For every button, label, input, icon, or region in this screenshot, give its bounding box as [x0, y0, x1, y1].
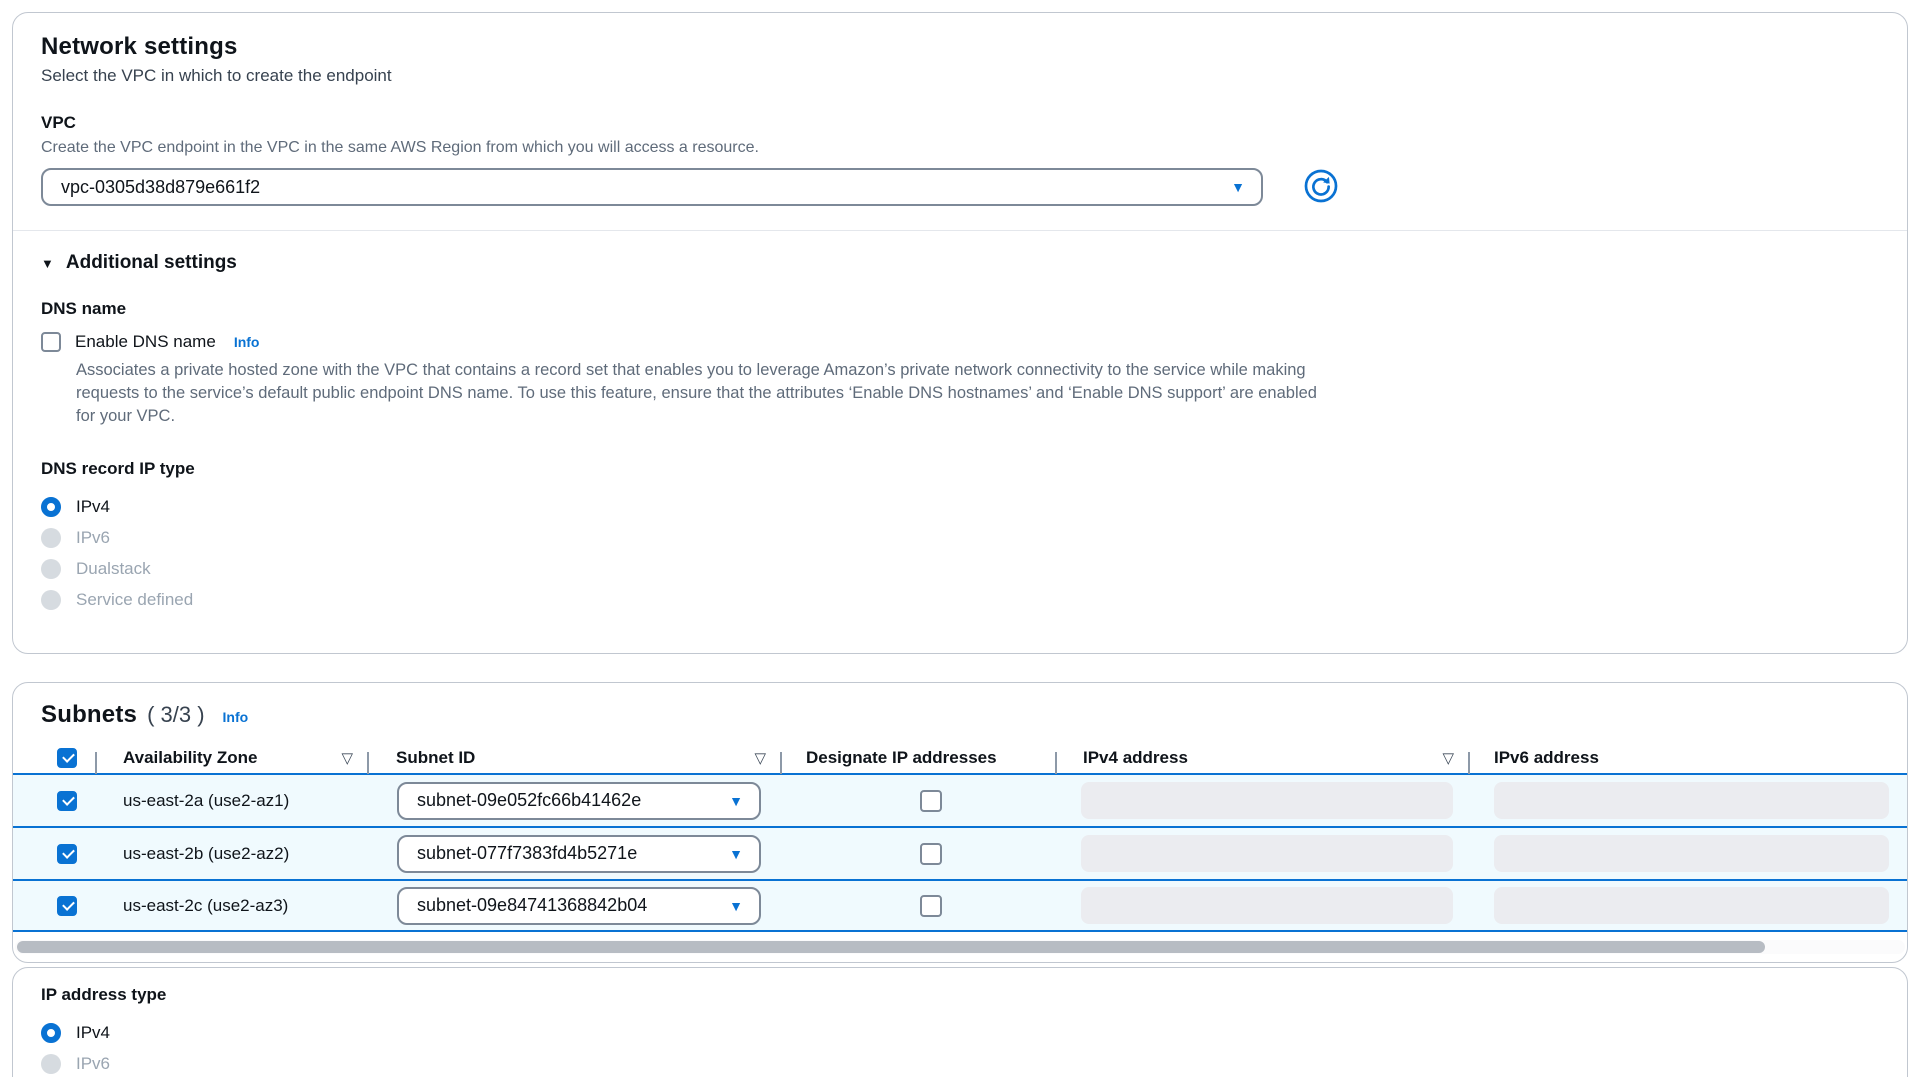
- designate-ip-checkbox[interactable]: [920, 895, 942, 917]
- expander-triangle-icon: ▼: [41, 256, 54, 271]
- radio-dns-ipv6: IPv6: [41, 522, 1879, 553]
- subnet-id-select-value: subnet-077f7383fd4b5271e: [417, 843, 637, 864]
- subnet-id-select[interactable]: subnet-09e052fc66b41462e ▼: [397, 782, 761, 820]
- radio-ip-ipv4[interactable]: IPv4: [41, 1017, 1879, 1048]
- subnets-table-header: Availability Zone ▽ Subnet ID ▽ Designat…: [13, 743, 1907, 773]
- radio-icon: [41, 590, 61, 610]
- column-designate-ip: Designate IP addresses: [806, 748, 997, 768]
- refresh-button[interactable]: [1303, 169, 1339, 205]
- row-select-checkbox[interactable]: [57, 896, 77, 916]
- enable-dns-name-checkbox[interactable]: [41, 332, 61, 352]
- ipv6-address-input-disabled: [1494, 887, 1889, 924]
- ipv4-address-input-disabled: [1081, 887, 1453, 924]
- ip-address-type-card: IP address type IPv4 IPv6 Dualstack: [12, 967, 1908, 1077]
- radio-dns-ipv4[interactable]: IPv4: [41, 491, 1879, 522]
- row-select-checkbox[interactable]: [57, 791, 77, 811]
- ip-address-type-group: IPv4 IPv6 Dualstack: [41, 1017, 1879, 1077]
- network-settings-card: Network settings Select the VPC in which…: [12, 12, 1908, 654]
- vpc-label: VPC: [41, 113, 1879, 133]
- additional-settings-label: Additional settings: [66, 252, 237, 274]
- subnets-title: Subnets: [41, 701, 137, 729]
- availability-zone-value: us-east-2c (use2-az3): [123, 896, 288, 916]
- section-divider: [13, 230, 1907, 231]
- ipv6-address-input-disabled: [1494, 782, 1889, 819]
- sort-icon[interactable]: ▽: [754, 749, 766, 767]
- radio-label: IPv6: [76, 528, 110, 548]
- chevron-down-icon: ▼: [729, 847, 743, 861]
- chevron-down-icon: ▼: [729, 899, 743, 913]
- column-subnet-id[interactable]: Subnet ID: [396, 748, 475, 768]
- row-select-checkbox[interactable]: [57, 844, 77, 864]
- subnets-card: Subnets ( 3/3 ) Info Availability Zone ▽…: [12, 682, 1908, 963]
- ipv4-address-input-disabled: [1081, 782, 1453, 819]
- ipv4-address-input-disabled: [1081, 835, 1453, 872]
- radio-label: Service defined: [76, 590, 193, 610]
- radio-label: IPv6: [76, 1054, 110, 1074]
- column-availability-zone[interactable]: Availability Zone: [123, 748, 257, 768]
- column-ipv4-address[interactable]: IPv4 address: [1083, 748, 1188, 768]
- dns-name-label: DNS name: [41, 299, 1879, 319]
- column-ipv6-address: IPv6 address: [1494, 748, 1599, 768]
- subnet-id-select-value: subnet-09e84741368842b04: [417, 895, 647, 916]
- chevron-down-icon: ▼: [1231, 180, 1245, 194]
- radio-dns-service-defined: Service defined: [41, 584, 1879, 615]
- horizontal-scrollbar-thumb[interactable]: [17, 941, 1765, 953]
- radio-icon: [41, 528, 61, 548]
- dns-name-description: Associates a private hosted zone with th…: [76, 359, 1331, 428]
- horizontal-scrollbar-track[interactable]: [15, 940, 1905, 954]
- designate-ip-checkbox[interactable]: [920, 843, 942, 865]
- dns-name-info-link[interactable]: Info: [234, 334, 260, 350]
- vpc-select[interactable]: vpc-0305d38d879e661f2 ▼: [41, 168, 1263, 206]
- dns-record-ip-type-group: IPv4 IPv6 Dualstack Service defined: [41, 491, 1879, 615]
- vpc-description: Create the VPC endpoint in the VPC in th…: [41, 139, 1879, 157]
- chevron-down-icon: ▼: [729, 794, 743, 808]
- sort-icon[interactable]: ▽: [1442, 749, 1454, 767]
- subnets-count: ( 3/3 ): [147, 702, 204, 728]
- radio-label: Dualstack: [76, 559, 151, 579]
- network-settings-subtitle: Select the VPC in which to create the en…: [41, 66, 1879, 86]
- subnet-row-us-east-2c: us-east-2c (use2-az3) subnet-09e84741368…: [13, 879, 1907, 932]
- availability-zone-value: us-east-2a (use2-az1): [123, 791, 289, 811]
- additional-settings-expander[interactable]: ▼ Additional settings: [41, 252, 1879, 274]
- refresh-icon: [1304, 191, 1338, 206]
- radio-icon: [41, 1023, 61, 1043]
- radio-icon: [41, 1054, 61, 1074]
- radio-label: IPv4: [76, 497, 110, 517]
- subnet-id-select-value: subnet-09e052fc66b41462e: [417, 790, 641, 811]
- enable-dns-name-checkbox-label[interactable]: Enable DNS name: [75, 332, 216, 352]
- vpc-select-value: vpc-0305d38d879e661f2: [61, 177, 260, 198]
- radio-dns-dualstack: Dualstack: [41, 553, 1879, 584]
- sort-icon[interactable]: ▽: [341, 749, 353, 767]
- subnets-info-link[interactable]: Info: [223, 709, 249, 725]
- radio-icon: [41, 559, 61, 579]
- subnet-id-select[interactable]: subnet-09e84741368842b04 ▼: [397, 887, 761, 925]
- radio-label: IPv4: [76, 1023, 110, 1043]
- ip-address-type-label: IP address type: [41, 985, 1879, 1005]
- designate-ip-checkbox[interactable]: [920, 790, 942, 812]
- subnets-table: Availability Zone ▽ Subnet ID ▽ Designat…: [13, 743, 1907, 932]
- ipv6-address-input-disabled: [1494, 835, 1889, 872]
- availability-zone-value: us-east-2b (use2-az2): [123, 844, 289, 864]
- network-settings-title: Network settings: [41, 33, 1879, 61]
- select-all-checkbox[interactable]: [57, 748, 77, 768]
- subnet-row-us-east-2b: us-east-2b (use2-az2) subnet-077f7383fd4…: [13, 826, 1907, 879]
- subnet-row-us-east-2a: us-east-2a (use2-az1) subnet-09e052fc66b…: [13, 773, 1907, 826]
- radio-ip-ipv6: IPv6: [41, 1048, 1879, 1077]
- subnet-id-select[interactable]: subnet-077f7383fd4b5271e ▼: [397, 835, 761, 873]
- radio-icon: [41, 497, 61, 517]
- dns-record-ip-type-label: DNS record IP type: [41, 459, 1879, 479]
